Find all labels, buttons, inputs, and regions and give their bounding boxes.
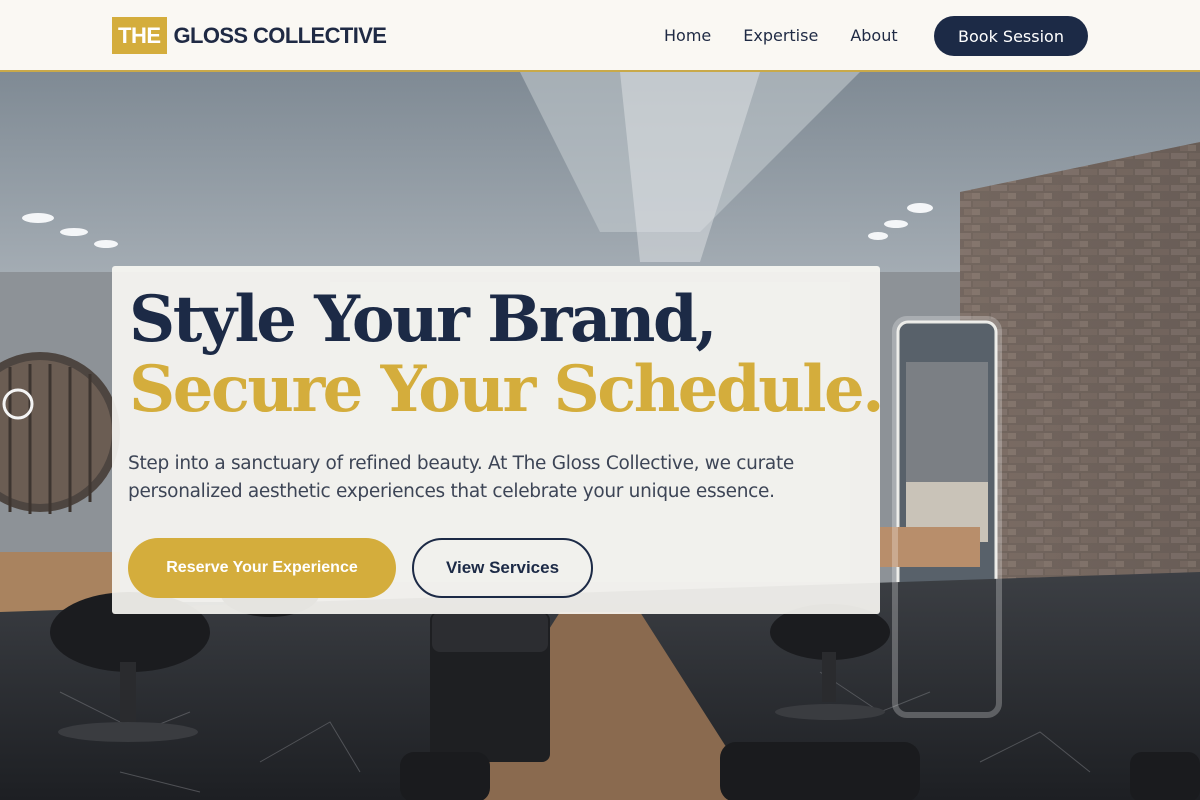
nav-links: Home Expertise About — [664, 0, 930, 70]
view-services-button[interactable]: View Services — [412, 538, 593, 598]
nav-link-about[interactable]: About — [850, 26, 897, 45]
hero-description: Step into a sanctuary of refined beauty.… — [128, 453, 794, 502]
hero-card: Style Your Brand, Secure Your Schedule. … — [112, 266, 885, 614]
hero-headline-line1: Style Your Brand, — [129, 282, 717, 357]
hero-headline-line2: Secure Your Schedule. — [129, 352, 885, 427]
logo-wordmark: GLOSS COLLECTIVE — [173, 22, 387, 48]
top-navbar: THE GLOSS COLLECTIVE Home Expertise Abou… — [0, 0, 1200, 72]
reserve-experience-button[interactable]: Reserve Your Experience — [128, 538, 396, 598]
brand-logo[interactable]: THE GLOSS COLLECTIVE — [112, 17, 387, 54]
book-session-button[interactable]: Book Session — [934, 16, 1088, 56]
nav-link-home[interactable]: Home — [664, 26, 711, 45]
nav-link-expertise[interactable]: Expertise — [743, 26, 818, 45]
logo-badge: THE — [112, 17, 167, 54]
